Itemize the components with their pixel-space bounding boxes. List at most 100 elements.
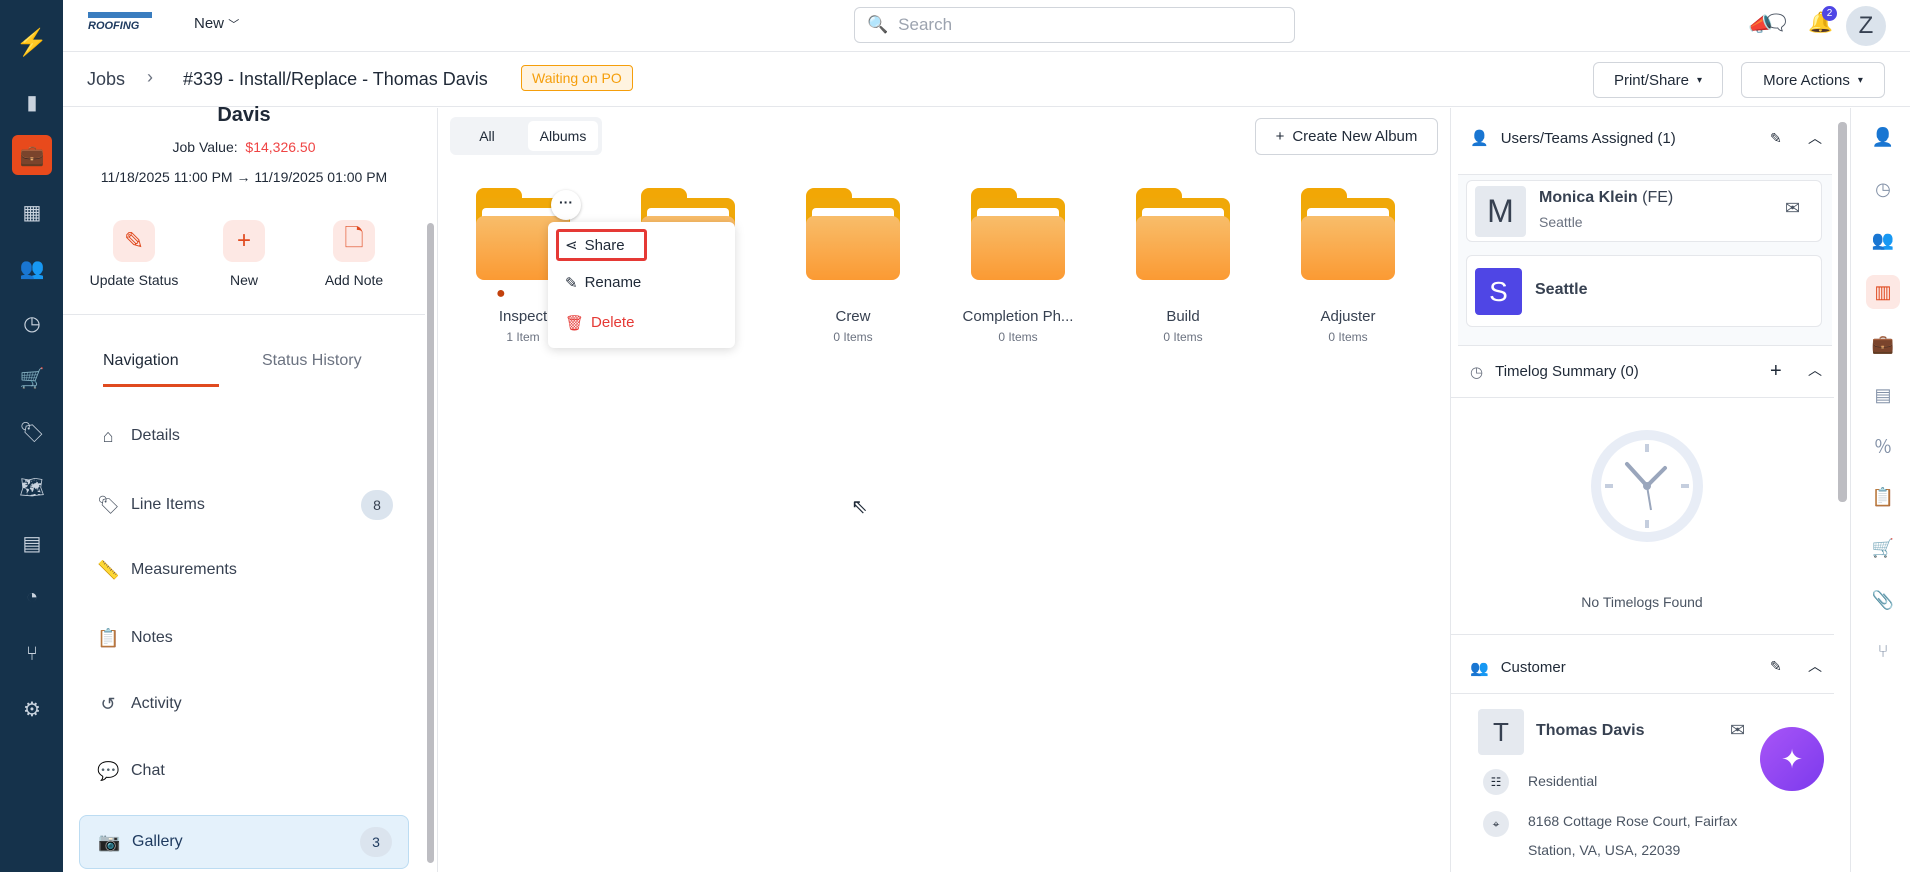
mail-icon[interactable]: ✉ — [1730, 720, 1745, 741]
count-badge: 8 — [361, 490, 393, 520]
plus-icon: + — [1275, 128, 1285, 145]
nav-label: Notes — [131, 629, 173, 646]
user-pin-icon[interactable]: 👤 — [1866, 120, 1900, 154]
add-note-button[interactable]: 🗋 — [333, 220, 375, 262]
empty-state-text: No Timelogs Found — [1581, 594, 1703, 610]
divider — [63, 314, 425, 315]
section-title: Customer — [1500, 659, 1566, 676]
clipboard-icon[interactable]: 📋 — [1866, 480, 1900, 514]
user-pin-icon: 👤 — [1470, 130, 1489, 147]
create-album-button[interactable]: + Create New Album — [1255, 118, 1438, 155]
receipt-icon[interactable]: ％ — [1866, 429, 1900, 463]
clock-icon[interactable]: ◷ — [12, 303, 52, 343]
map-icon[interactable]: 🗺 — [12, 467, 52, 507]
mouse-cursor-icon: ⇖ — [851, 496, 868, 518]
contacts-icon[interactable]: 👥 — [12, 248, 52, 288]
nav-item-gallery[interactable]: 📷 Gallery 3 — [79, 815, 409, 869]
jobs-icon[interactable]: 💼 — [12, 135, 52, 175]
ai-assistant-button[interactable]: ✦ — [1760, 727, 1824, 791]
album-name[interactable]: Crew — [773, 308, 933, 325]
notification-count: 2 — [1822, 6, 1837, 21]
chevron-down-icon: ﹀ — [228, 19, 240, 31]
search-input[interactable]: 🔍 Search — [854, 7, 1295, 43]
calculator-icon[interactable]: ▤ — [1866, 378, 1900, 412]
tab-albums[interactable]: Albums — [528, 121, 598, 151]
clock-icon: ◷ — [1470, 363, 1484, 381]
album-folder[interactable] — [1136, 188, 1230, 288]
customer-name[interactable]: Thomas Davis — [1536, 722, 1644, 740]
empty-clock-illustration — [1591, 430, 1703, 542]
reports-icon[interactable]: ◔ — [12, 577, 52, 617]
print-share-label: Print/Share — [1613, 71, 1689, 89]
album-folder[interactable] — [971, 188, 1065, 288]
tab-navigation[interactable]: Navigation — [103, 352, 179, 370]
create-album-label: Create New Album — [1292, 128, 1418, 145]
chat-icon[interactable]: 🗨 — [1762, 10, 1790, 36]
plus-icon[interactable]: + — [1770, 360, 1782, 383]
search-placeholder: Search — [898, 15, 953, 34]
assigned-team-card[interactable]: S Seattle — [1466, 255, 1822, 327]
chevron-up-icon[interactable]: ︿ — [1808, 128, 1822, 148]
tab-status-history[interactable]: Status History — [262, 352, 362, 370]
album-folder[interactable] — [1301, 188, 1395, 288]
menu-item-rename[interactable]: ✎ Rename — [565, 274, 641, 292]
scrollbar[interactable] — [1838, 122, 1847, 502]
file-plus-icon: 🗋 — [344, 224, 364, 252]
more-actions-label: More Actions — [1763, 71, 1850, 89]
chevron-up-icon[interactable]: ︿ — [1808, 656, 1822, 676]
paperclip-icon[interactable]: 📎 — [1866, 583, 1900, 617]
dashboard-icon[interactable]: ▮ — [12, 82, 52, 122]
breadcrumb-jobs[interactable]: Jobs — [87, 69, 125, 90]
user-avatar[interactable]: Z — [1846, 6, 1886, 46]
new-button[interactable]: + — [223, 220, 265, 262]
more-actions-button[interactable]: More Actions ▾ — [1741, 62, 1885, 98]
search-icon: 🔍 — [867, 15, 889, 34]
scrollbar[interactable] — [427, 223, 434, 863]
settings-icon[interactable]: ⚙ — [12, 689, 52, 729]
clock-icon[interactable]: ◷ — [1866, 172, 1900, 206]
job-summary-panel: Davis Job Value: $14,326.50 11/18/2025 1… — [63, 104, 438, 872]
nav-item-activity[interactable]: ↺ Activity — [79, 677, 409, 731]
nav-item-details[interactable]: ⌂ Details — [79, 409, 409, 463]
cart-icon[interactable]: 🛒 — [12, 358, 52, 398]
menu-item-share[interactable]: ⋖ Share — [556, 229, 647, 261]
tag-icon[interactable]: 🏷 — [12, 412, 52, 452]
new-dropdown[interactable]: New ﹀ — [194, 15, 239, 32]
app-sidebar: ⚡ ▮ 💼 ▦ 👥 ◷ 🛒 🏷 🗺 ▤ ◔ ⑂ ⚙ — [0, 0, 63, 872]
assigned-user-card[interactable]: M Monica Klein (FE) Seattle ✉ — [1466, 180, 1822, 242]
edit-icon[interactable]: ✎ — [1770, 658, 1782, 675]
workflow-icon[interactable]: ⑂ — [1866, 634, 1900, 668]
edit-icon[interactable]: ✎ — [1770, 130, 1782, 147]
tab-all[interactable]: All — [454, 121, 520, 151]
album-name[interactable]: Adjuster — [1268, 308, 1428, 325]
users-icon[interactable]: 👥 — [1866, 223, 1900, 257]
nav-item-chat[interactable]: 💬 Chat — [79, 744, 409, 798]
calendar-icon[interactable]: ▦ — [12, 192, 52, 232]
chevron-up-icon[interactable]: ︿ — [1808, 360, 1822, 380]
calculator-icon[interactable]: ▤ — [12, 523, 52, 563]
nav-item-measurements[interactable]: 📏 Measurements — [79, 543, 409, 597]
app-logo-icon[interactable]: ⚡ — [12, 22, 52, 62]
nav-item-notes[interactable]: 📋 Notes — [79, 611, 409, 665]
update-status-button[interactable]: ✎ — [113, 220, 155, 262]
album-folder[interactable] — [806, 188, 900, 288]
album-options-button[interactable]: ··· — [551, 190, 581, 220]
category-icon: ☷ — [1483, 769, 1509, 795]
workflow-icon[interactable]: ⑂ — [12, 634, 52, 674]
briefcase-icon[interactable]: 💼 — [1866, 327, 1900, 361]
job-customer-name: Davis — [217, 104, 271, 126]
album-name[interactable]: Completion Ph... — [938, 308, 1098, 325]
chevron-right-icon: › — [147, 67, 153, 87]
nav-item-line-items[interactable]: 🏷 Line Items 8 — [79, 478, 409, 532]
pencil-icon: ✎ — [123, 227, 145, 255]
album-count: 0 Items — [1328, 330, 1368, 344]
user-name: Monica Klein — [1539, 189, 1638, 206]
menu-item-delete[interactable]: 🗑 Delete — [565, 314, 634, 332]
cart-dollar-icon[interactable]: 🛒 — [1866, 531, 1900, 565]
building-icon[interactable]: ▥ — [1866, 275, 1900, 309]
mail-icon[interactable]: ✉ — [1785, 198, 1800, 219]
album-name[interactable]: Build — [1103, 308, 1263, 325]
print-share-button[interactable]: Print/Share ▾ — [1593, 62, 1723, 98]
address-line: 8168 Cottage Rose Court, Fairfax — [1528, 813, 1738, 829]
history-icon: ↺ — [100, 693, 116, 714]
